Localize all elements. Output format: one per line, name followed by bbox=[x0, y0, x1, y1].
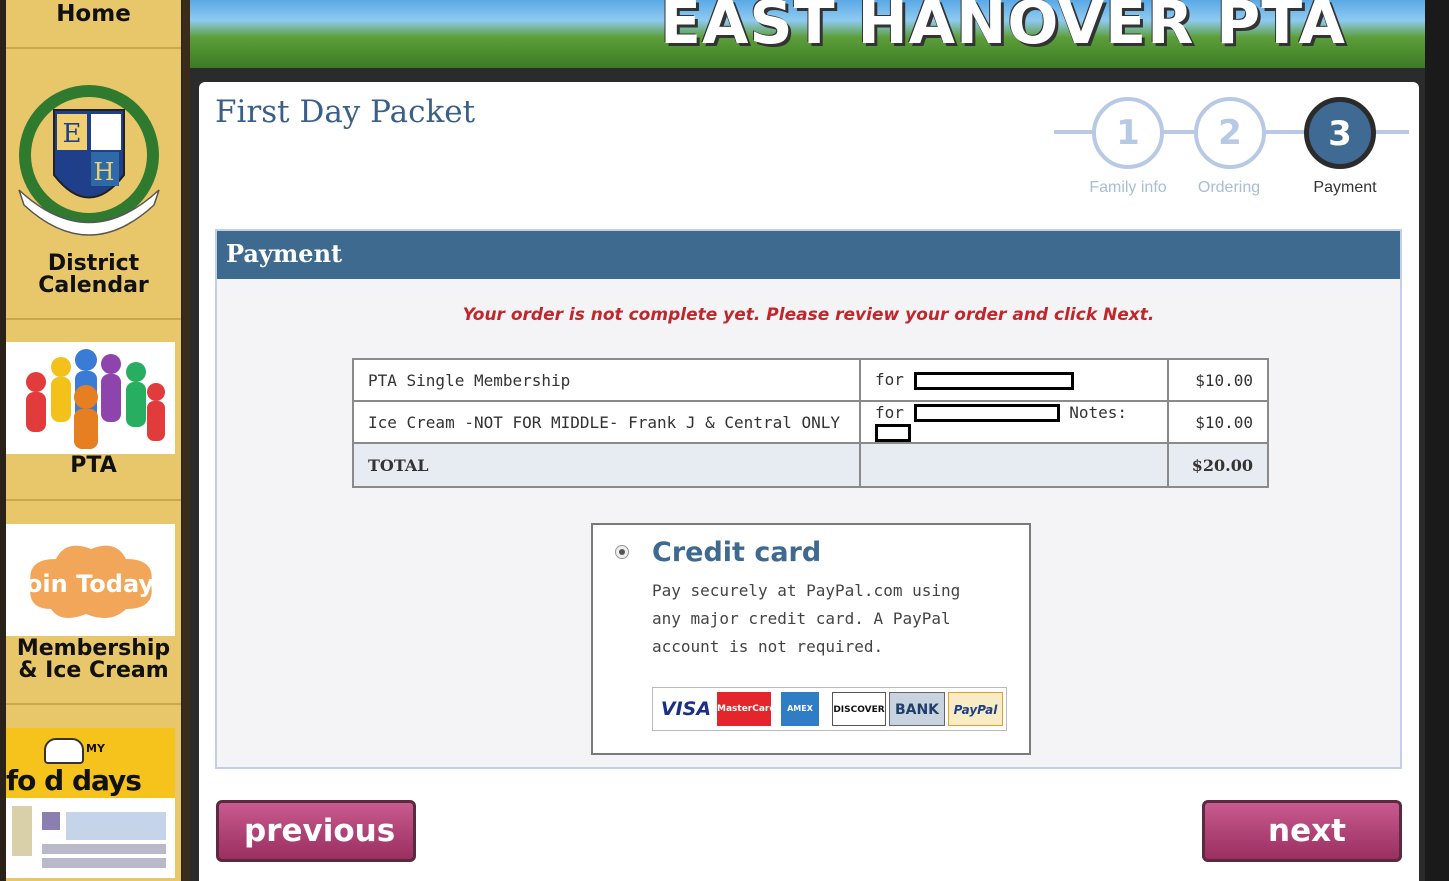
sidebar-item-label: Calendar bbox=[38, 273, 149, 298]
food-days-logo[interactable]: MY fo d days bbox=[6, 728, 175, 798]
redacted-name bbox=[913, 404, 1060, 422]
food-days-brand: MY bbox=[86, 742, 105, 755]
step-3-circle: 3 bbox=[1304, 97, 1376, 169]
sidebar-item-district-calendar[interactable]: District Calendar bbox=[6, 253, 181, 297]
sidebar-divider bbox=[6, 499, 181, 501]
discover-logo: DISCOVER bbox=[832, 692, 886, 726]
sidebar-item-membership[interactable]: Membership & Ice Cream bbox=[6, 638, 181, 682]
sidebar-item-pta[interactable]: PTA bbox=[6, 455, 181, 477]
step-2-label: Ordering bbox=[1197, 179, 1261, 196]
sidebar: Home E H District Calendar PTA Join Toda… bbox=[0, 0, 190, 881]
previous-button[interactable]: previous bbox=[216, 800, 416, 862]
bank-logo: BANK bbox=[889, 692, 945, 726]
join-today-badge[interactable]: Join Today! bbox=[6, 524, 175, 636]
join-today-text: Join Today! bbox=[15, 570, 165, 598]
payment-section-header: Payment bbox=[217, 231, 1400, 279]
step-3-label: Payment bbox=[1313, 179, 1377, 196]
sidebar-divider bbox=[6, 318, 181, 320]
next-button[interactable]: next bbox=[1202, 800, 1402, 862]
order-item-price: $10.00 bbox=[1167, 358, 1269, 402]
food-days-text: fo d days bbox=[6, 764, 142, 797]
payment-method-description: Pay securely at PayPal.com using any maj… bbox=[652, 581, 961, 656]
food-days-preview-image bbox=[6, 798, 175, 878]
chef-hat-icon bbox=[44, 738, 84, 764]
visa-logo: VISA bbox=[660, 698, 712, 720]
table-row-total: TOTAL $20.00 bbox=[352, 442, 1269, 488]
sidebar-divider bbox=[6, 703, 181, 705]
order-summary-table: PTA Single Membership for $10.00 Ice Cre… bbox=[352, 358, 1269, 488]
accepted-cards-logos: VISA MasterCard AMEX DISCOVER BANK PayPa… bbox=[652, 687, 1007, 731]
credit-card-radio[interactable] bbox=[615, 545, 629, 559]
order-incomplete-warning: Your order is not complete yet. Please r… bbox=[462, 305, 1155, 325]
step-1-circle: 1 bbox=[1092, 97, 1164, 169]
crest-letter-e: E bbox=[63, 119, 82, 149]
amex-logo: AMEX bbox=[781, 692, 819, 726]
order-item-for: for bbox=[859, 358, 1169, 402]
table-row: Ice Cream -NOT FOR MIDDLE- Frank J & Cen… bbox=[352, 400, 1269, 444]
notes-label: Notes: bbox=[1069, 402, 1127, 422]
page-title: First Day Packet bbox=[215, 94, 476, 130]
table-row: PTA Single Membership for $10.00 bbox=[352, 358, 1269, 402]
district-crest-logo[interactable]: E H bbox=[14, 80, 164, 250]
mastercard-logo: MasterCard bbox=[717, 692, 776, 726]
redacted-notes bbox=[875, 423, 911, 442]
step-2-circle: 2 bbox=[1194, 97, 1266, 169]
order-item-price: $10.00 bbox=[1167, 400, 1269, 444]
order-item-name: Ice Cream -NOT FOR MIDDLE- Frank J & Cen… bbox=[352, 400, 861, 444]
payment-method-credit-card[interactable]: Credit card Pay securely at PayPal.com u… bbox=[591, 523, 1031, 755]
step-indicator: 1 2 3 Family info Ordering Payment bbox=[1054, 92, 1409, 202]
total-amount: $20.00 bbox=[1167, 442, 1269, 488]
for-label: for bbox=[875, 402, 904, 422]
right-edge bbox=[1425, 0, 1449, 881]
total-empty-cell bbox=[859, 442, 1169, 488]
sidebar-edge bbox=[182, 0, 190, 881]
site-title: EAST HANOVER PTA bbox=[660, 0, 1346, 58]
header-banner: EAST HANOVER PTA bbox=[190, 0, 1425, 68]
order-item-name: PTA Single Membership bbox=[352, 358, 861, 402]
sidebar-item-home[interactable]: Home bbox=[6, 3, 181, 26]
crest-letter-h: H bbox=[94, 158, 115, 186]
sidebar-item-label: Membership bbox=[16, 636, 171, 661]
payment-section: Payment Your order is not complete yet. … bbox=[215, 229, 1402, 769]
sidebar-divider bbox=[6, 47, 181, 49]
payment-method-title: Credit card bbox=[652, 537, 822, 568]
order-item-for: for Notes: bbox=[859, 400, 1169, 444]
section-title: Payment bbox=[226, 239, 343, 268]
sidebar-item-label: District bbox=[47, 251, 140, 276]
main-panel: First Day Packet 1 2 3 Family info Order… bbox=[199, 82, 1419, 881]
total-label: TOTAL bbox=[352, 442, 861, 488]
sidebar-panel: Home E H District Calendar PTA Join Toda… bbox=[6, 0, 181, 881]
step-1-label: Family info bbox=[1089, 179, 1167, 196]
redacted-name bbox=[913, 371, 1074, 390]
paypal-logo: PayPal bbox=[948, 692, 1003, 726]
pta-people-image[interactable] bbox=[6, 342, 175, 454]
for-label: for bbox=[875, 370, 904, 390]
sidebar-item-label: & Ice Cream bbox=[18, 658, 169, 683]
